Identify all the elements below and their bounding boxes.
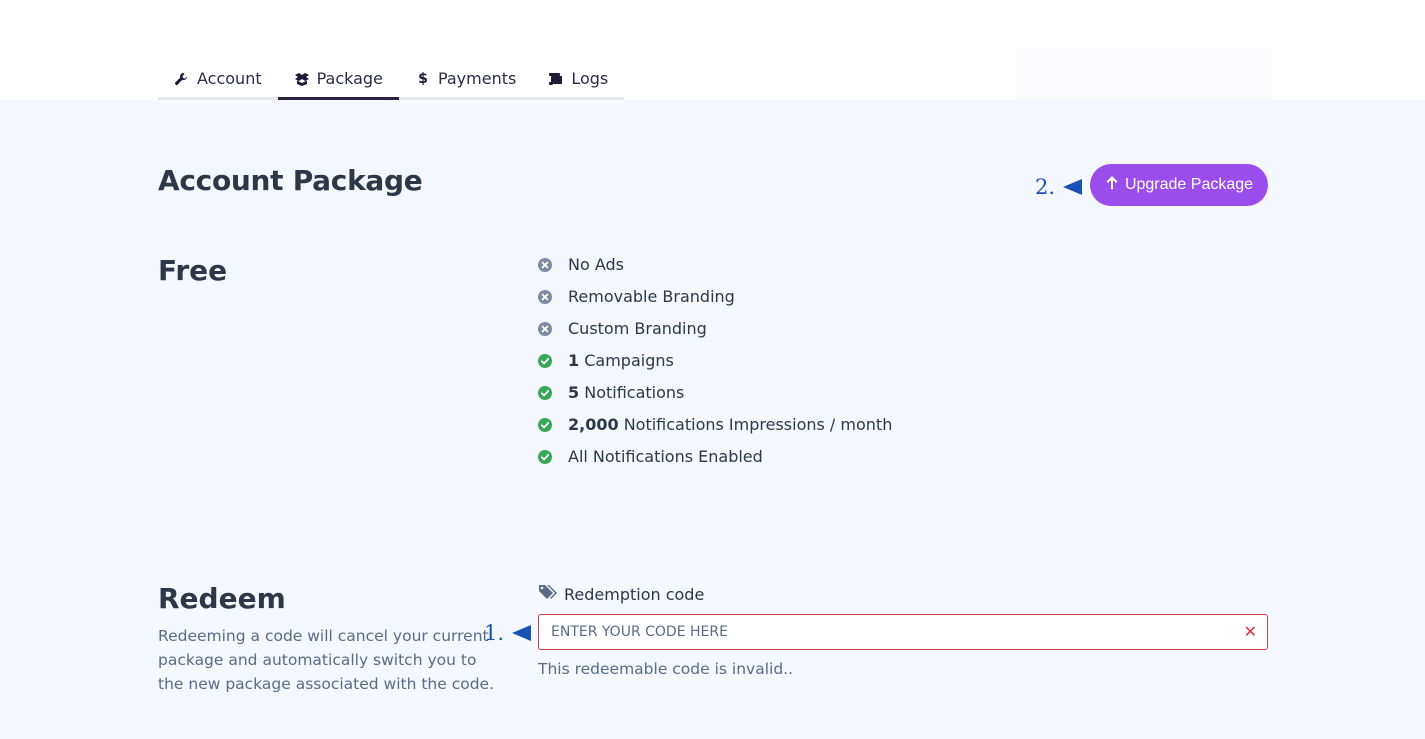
validation-error-text: This redeemable code is invalid.. (538, 660, 794, 678)
tab-payments-label: Payments (437, 69, 517, 88)
feature-amount: 2,000 (568, 415, 619, 434)
x-circle-icon (538, 258, 552, 272)
feature-item: All Notifications Enabled (538, 447, 892, 479)
feature-label: No Ads (568, 255, 624, 274)
redeem-description: Redeeming a code will cancel your curren… (158, 627, 495, 693)
tab-logs[interactable]: Logs (532, 60, 624, 97)
feature-label: Notifications Impressions / month (618, 415, 893, 434)
tags-icon (538, 584, 558, 604)
x-circle-icon (538, 322, 552, 336)
feature-text: No Ads (568, 255, 624, 274)
settings-tabs: Account Package $ Payments Logs (158, 60, 625, 100)
feature-label: Notifications (579, 383, 685, 402)
arrow-up-icon (1105, 175, 1119, 195)
box-icon (294, 72, 310, 86)
redemption-code-input[interactable] (539, 615, 1267, 649)
annotation-two-label: 2. (1035, 175, 1056, 199)
close-icon[interactable]: ✕ (1244, 623, 1257, 641)
tab-package[interactable]: Package (277, 60, 400, 100)
tab-account[interactable]: Account (158, 60, 278, 97)
annotation-two: 2. (1035, 175, 1083, 199)
feature-text: All Notifications Enabled (568, 447, 763, 466)
annotation-arrow-icon (1063, 179, 1083, 195)
tab-logs-label: Logs (571, 69, 609, 88)
page-title: Account Package (158, 164, 423, 197)
tab-payments[interactable]: $ Payments (399, 60, 532, 97)
redemption-code-field: ✕ (538, 614, 1268, 650)
feature-item: Removable Branding (538, 287, 892, 319)
tab-package-label: Package (316, 69, 383, 88)
feature-text: 5 Notifications (568, 383, 684, 402)
feature-item: No Ads (538, 255, 892, 287)
wrench-icon (174, 72, 190, 86)
upgrade-package-label: Upgrade Package (1124, 176, 1254, 193)
feature-item: 5 Notifications (538, 383, 892, 415)
feature-text: Removable Branding (568, 287, 735, 306)
feature-item: 1 Campaigns (538, 351, 892, 383)
annotation-one-label: 1. (484, 621, 505, 645)
annotation-one: 1. (484, 621, 532, 645)
feature-amount: 5 (568, 383, 580, 402)
feature-text: 1 Campaigns (568, 351, 674, 370)
tab-account-label: Account (197, 69, 262, 88)
check-circle-icon (538, 386, 552, 400)
upgrade-package-button[interactable]: Upgrade Package (1090, 164, 1268, 206)
feature-label: Removable Branding (568, 287, 735, 306)
feature-item: 2,000 Notifications Impressions / month (538, 415, 892, 447)
feature-label: Custom Branding (568, 319, 707, 338)
feature-item: Custom Branding (538, 319, 892, 351)
feature-text: Custom Branding (568, 319, 707, 338)
check-circle-icon (538, 354, 552, 368)
check-circle-icon (538, 418, 552, 432)
logs-icon (548, 72, 564, 86)
feature-label: Campaigns (579, 351, 674, 370)
redemption-code-label: Redemption code (538, 584, 704, 604)
feature-amount: 1 (568, 351, 580, 370)
plan-name: Free (158, 254, 228, 287)
redeem-title: Redeem (158, 582, 286, 615)
check-circle-icon (538, 450, 552, 464)
dollar-icon: $ (418, 70, 428, 87)
header-placeholder-box (1016, 48, 1272, 100)
feature-list: No Ads Removable Branding Custom Branding 1… (538, 255, 892, 479)
redemption-code-text: Redemption code (564, 584, 705, 604)
feature-label: All Notifications Enabled (568, 447, 763, 466)
annotation-arrow-icon (512, 625, 532, 641)
x-circle-icon (538, 290, 552, 304)
feature-text: 2,000 Notifications Impressions / month (568, 415, 892, 434)
